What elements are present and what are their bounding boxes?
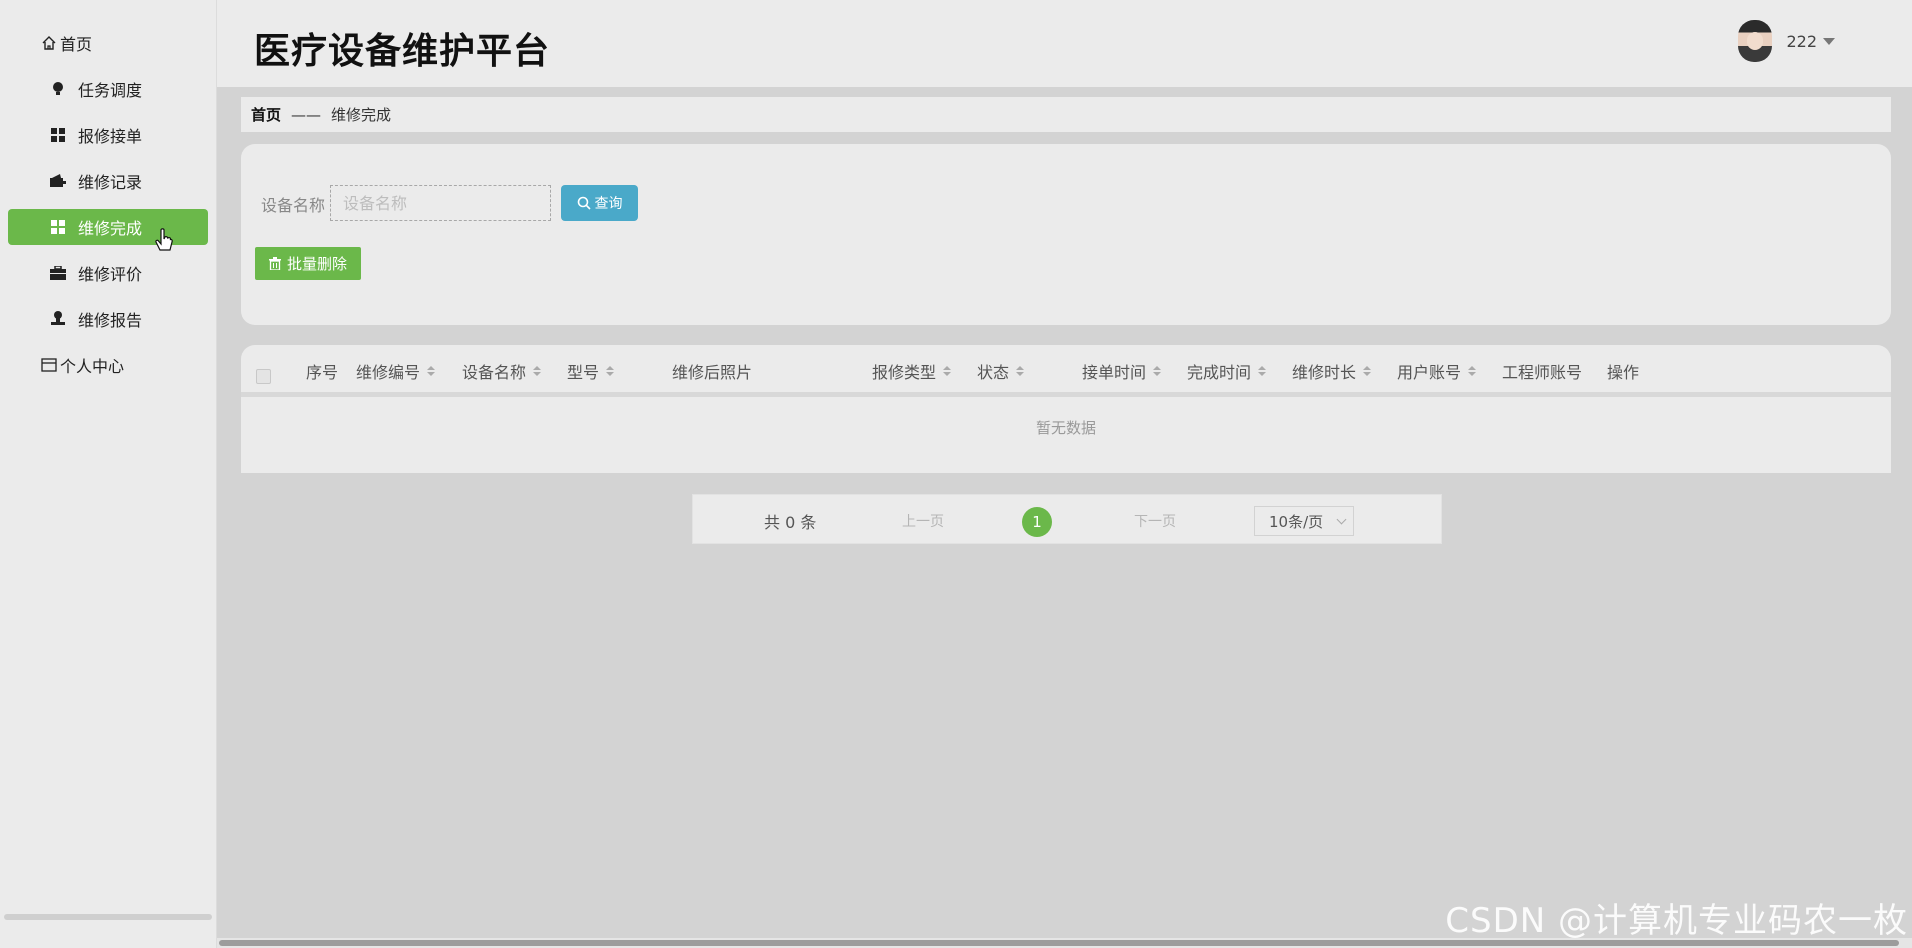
- table-header: 序号 维修编号 设备名称 型号 维修后照片 报修类型 状态 接单时间 完成时间 …: [241, 345, 1891, 397]
- batch-delete-button[interactable]: 批量删除: [255, 247, 361, 280]
- sidebar-item-label: 维修报告: [78, 311, 143, 330]
- column-header[interactable]: 维修编号: [356, 361, 436, 382]
- device-name-input[interactable]: [330, 185, 551, 221]
- column-header[interactable]: 状态: [977, 361, 1025, 382]
- sidebar-item-home[interactable]: 首页: [8, 25, 208, 61]
- briefcase-icon: [50, 265, 66, 281]
- sidebar-scrollbar[interactable]: [4, 914, 212, 920]
- sidebar-item-repair-orders[interactable]: 报修接单: [8, 117, 208, 153]
- search-panel: 设备名称 查询 批量删除: [241, 144, 1891, 325]
- search-button[interactable]: 查询: [561, 185, 638, 221]
- sidebar-item-task-dispatch[interactable]: 任务调度: [8, 71, 208, 107]
- column-header[interactable]: 用户账号: [1397, 361, 1477, 382]
- user-menu[interactable]: 222: [1738, 20, 1835, 62]
- sort-icon: [427, 366, 436, 376]
- wallet-icon: [50, 173, 66, 189]
- watermark: CSDN @计算机专业码农一枚: [1445, 901, 1908, 941]
- sidebar-item-label: 维修记录: [78, 173, 143, 192]
- batch-delete-label: 批量删除: [286, 256, 347, 273]
- sort-icon: [1468, 366, 1477, 376]
- column-header[interactable]: 维修时长: [1292, 361, 1372, 382]
- horizontal-scrollbar[interactable]: [217, 938, 1912, 948]
- column-header[interactable]: 接单时间: [1082, 361, 1162, 382]
- caret-down-icon[interactable]: [1823, 37, 1835, 45]
- sidebar: 首页 任务调度 报修接单 维修记录 维修完成 维修评价 维修报告 个人中心: [0, 0, 217, 948]
- sidebar-item-label: 报修接单: [78, 127, 143, 146]
- sort-icon: [1153, 366, 1162, 376]
- device-name-label: 设备名称: [261, 196, 326, 215]
- data-table: 序号 维修编号 设备名称 型号 维修后照片 报修类型 状态 接单时间 完成时间 …: [241, 345, 1891, 473]
- sort-icon: [533, 366, 542, 376]
- pagination-total: 共 0 条: [764, 513, 817, 532]
- column-header[interactable]: 工程师账号: [1502, 361, 1600, 381]
- sidebar-item-label: 维修完成: [78, 219, 143, 238]
- breadcrumb: 首页 —— 维修完成: [241, 97, 1891, 132]
- search-icon: [577, 196, 591, 210]
- column-header: 维修后照片: [672, 363, 753, 382]
- empty-state: 暂无数据: [1035, 419, 1096, 437]
- grid-icon: [50, 127, 66, 143]
- sidebar-item-label: 任务调度: [78, 81, 143, 100]
- sidebar-item-repair-evaluation[interactable]: 维修评价: [8, 255, 208, 291]
- grid-icon: [50, 219, 66, 235]
- column-header: 操作: [1607, 363, 1640, 382]
- sidebar-item-repair-records[interactable]: 维修记录: [8, 163, 208, 199]
- column-header[interactable]: 报修类型: [872, 361, 952, 382]
- chevron-down-icon: [1336, 514, 1347, 525]
- stamp-icon: [50, 311, 66, 327]
- pagination: 共 0 条 上一页 1 下一页 10条/页: [692, 494, 1442, 544]
- sidebar-item-personal-center[interactable]: 个人中心: [8, 347, 208, 383]
- app-title: 医疗设备维护平台: [254, 31, 551, 72]
- column-header[interactable]: 型号: [567, 361, 615, 382]
- sort-icon: [1258, 366, 1267, 376]
- sidebar-item-label: 个人中心: [60, 357, 125, 376]
- column-header[interactable]: 设备名称: [462, 361, 542, 382]
- column-header[interactable]: 完成时间: [1187, 361, 1267, 382]
- sidebar-item-repair-report[interactable]: 维修报告: [8, 301, 208, 337]
- sort-icon: [1363, 366, 1372, 376]
- sort-icon: [606, 366, 615, 376]
- username[interactable]: 222: [1786, 32, 1817, 51]
- window-icon: [41, 357, 57, 373]
- breadcrumb-separator: ——: [291, 105, 322, 124]
- home-icon: [41, 35, 57, 51]
- page-number-button[interactable]: 1: [1022, 507, 1052, 537]
- page-size-select[interactable]: 10条/页: [1254, 506, 1354, 536]
- sort-icon: [943, 366, 952, 376]
- avatar[interactable]: [1738, 20, 1773, 62]
- trash-icon: [268, 257, 281, 270]
- search-button-label: 查询: [594, 195, 623, 211]
- lightbulb-icon: [50, 81, 66, 97]
- page-size-value: 10条/页: [1269, 512, 1324, 531]
- prev-page-button[interactable]: 上一页: [902, 511, 944, 531]
- next-page-button[interactable]: 下一页: [1134, 511, 1176, 531]
- sidebar-item-label: 维修评价: [78, 265, 143, 284]
- breadcrumb-home[interactable]: 首页: [251, 104, 281, 125]
- column-header: 序号: [306, 363, 339, 382]
- scrollbar-thumb[interactable]: [219, 940, 1899, 946]
- sort-icon: [1016, 366, 1025, 376]
- sidebar-item-repair-completed[interactable]: 维修完成: [8, 209, 208, 245]
- select-all-checkbox[interactable]: [256, 369, 271, 384]
- header: 医疗设备维护平台 222: [217, 0, 1912, 87]
- hand-cursor-icon: [155, 228, 173, 251]
- breadcrumb-current: 维修完成: [331, 106, 392, 124]
- sidebar-item-label: 首页: [60, 35, 93, 54]
